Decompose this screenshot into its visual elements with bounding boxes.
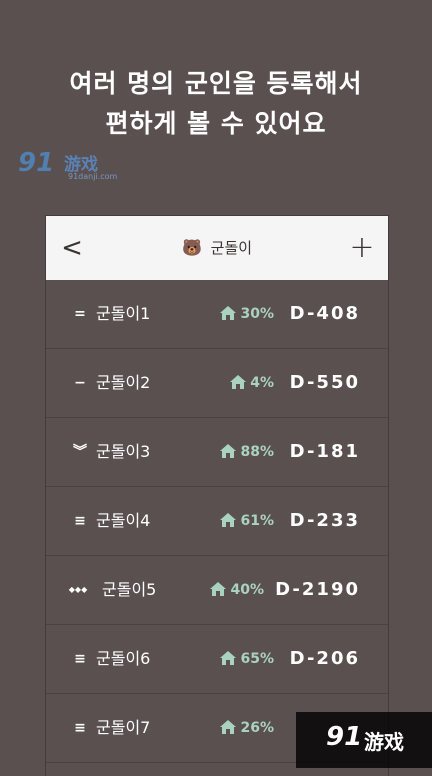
list-item[interactable]: = 군돌이1 30% D-408: [46, 280, 388, 349]
page-title-text: 군돌이: [210, 239, 253, 257]
soldier-name: 군돌이5: [102, 580, 157, 599]
progress-percent: 65%: [240, 651, 274, 667]
dday-count: D-206: [289, 648, 360, 669]
progress-stat: 30%: [220, 304, 274, 324]
soldier-name: 군돌이4: [96, 511, 151, 530]
dday-count: D-233: [289, 510, 360, 531]
progress-percent: 88%: [240, 444, 274, 460]
drag-handle-icon[interactable]: ≡: [72, 511, 88, 531]
progress-percent: 40%: [230, 582, 264, 598]
progress-stat: 4%: [230, 373, 274, 393]
list-item[interactable]: ︾ 군돌이3 88% D-181: [46, 418, 388, 487]
drag-handle-icon[interactable]: ≡: [72, 649, 88, 669]
watermark-url: 91danji.com: [68, 172, 118, 181]
progress-stat: 26%: [220, 718, 274, 738]
dday-count: D-2190: [275, 579, 360, 600]
drag-handle-icon[interactable]: −: [72, 373, 88, 393]
house-icon: [220, 651, 237, 665]
watermark-bottom: 91 游戏: [296, 712, 432, 768]
bear-icon: 🐻: [181, 238, 202, 257]
soldier-list: = 군돌이1 30% D-408 − 군돌이2 4% D-550 ︾ 군돌이3 …: [46, 280, 388, 763]
drag-handle-icon[interactable]: ◆◆◆: [68, 580, 88, 600]
drag-handle-icon[interactable]: =: [72, 304, 88, 324]
house-icon: [230, 375, 247, 389]
drag-handle-icon[interactable]: ≡: [72, 718, 88, 738]
list-item[interactable]: ◆◆◆ 군돌이5 40% D-2190: [46, 556, 388, 625]
progress-percent: 26%: [240, 720, 274, 736]
watermark-logo: 91: [18, 148, 55, 178]
drag-handle-icon[interactable]: ︾: [72, 442, 88, 462]
watermark-bottom-brand: 游戏: [364, 730, 404, 754]
promo-line-1: 여러 명의 군인을 등록해서: [69, 69, 363, 98]
soldier-name: 군돌이2: [96, 373, 151, 392]
progress-percent: 30%: [240, 306, 274, 322]
progress-percent: 4%: [250, 375, 274, 391]
navbar: < 🐻 군돌이 +: [46, 216, 388, 280]
progress-stat: 88%: [220, 442, 274, 462]
progress-stat: 40%: [210, 580, 264, 600]
progress-stat: 61%: [220, 511, 274, 531]
soldier-name: 군돌이1: [96, 304, 151, 323]
dday-count: D-550: [289, 372, 360, 393]
house-icon: [220, 306, 237, 320]
house-icon: [210, 582, 227, 596]
list-item[interactable]: ≡ 군돌이6 65% D-206: [46, 625, 388, 694]
list-item[interactable]: ≡ 군돌이4 61% D-233: [46, 487, 388, 556]
house-icon: [220, 444, 237, 458]
progress-percent: 61%: [240, 513, 274, 529]
house-icon: [220, 720, 237, 734]
watermark-bottom-logo: 91: [326, 722, 363, 752]
promo-line-2: 편하게 볼 수 있어요: [105, 109, 327, 138]
promo-caption: 여러 명의 군인을 등록해서 편하게 볼 수 있어요: [0, 64, 432, 144]
dday-count: D-408: [289, 303, 360, 324]
list-item[interactable]: − 군돌이2 4% D-550: [46, 349, 388, 418]
add-icon[interactable]: +: [348, 232, 376, 264]
house-icon: [220, 513, 237, 527]
app-screen: < 🐻 군돌이 + = 군돌이1 30% D-408 − 군돌이2 4% D-5…: [46, 216, 388, 776]
watermark-top: 91 游戏 91danji.com: [18, 148, 118, 184]
progress-stat: 65%: [220, 649, 274, 669]
soldier-name: 군돌이6: [96, 649, 151, 668]
dday-count: D-181: [289, 441, 360, 462]
soldier-name: 군돌이3: [96, 442, 151, 461]
page-title: 🐻 군돌이: [46, 238, 388, 258]
soldier-name: 군돌이7: [96, 718, 151, 737]
